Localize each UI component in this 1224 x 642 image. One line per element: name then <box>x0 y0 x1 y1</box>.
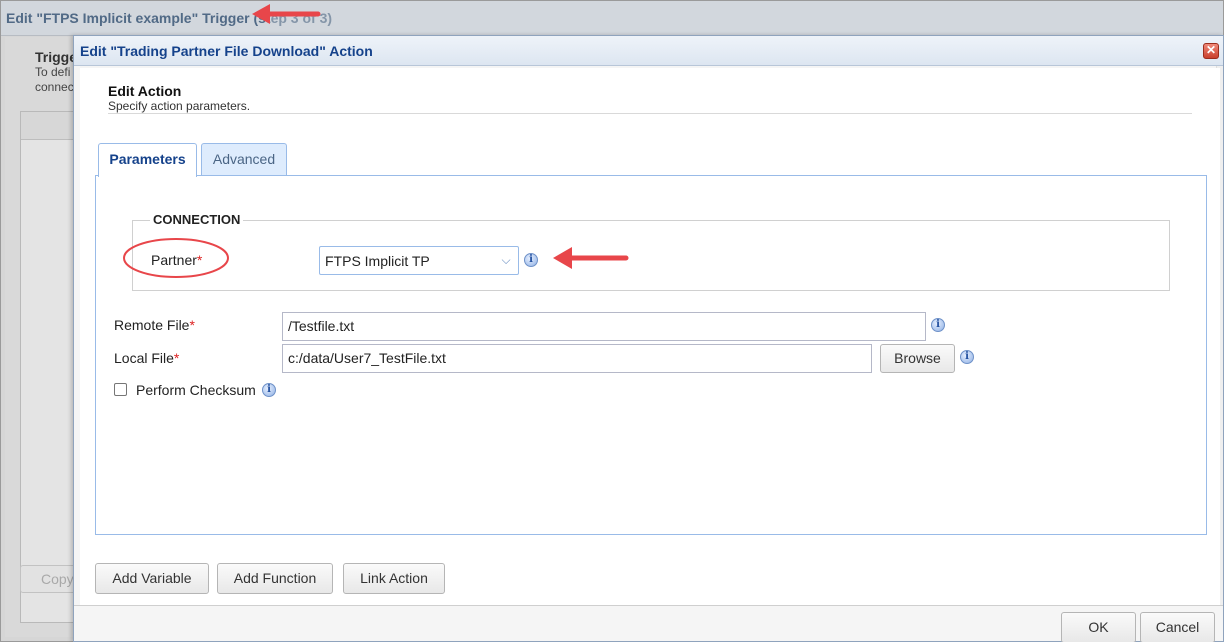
remote-file-label: Remote File* <box>114 317 195 333</box>
edit-action-dialog: Edit "Trading Partner File Download" Act… <box>73 35 1224 642</box>
info-icon[interactable]: i <box>262 383 276 397</box>
section-subtitle: Specify action parameters. <box>108 99 251 113</box>
local-file-label: Local File* <box>114 350 180 366</box>
background-titlebar: Edit "FTPS Implicit example" Trigger (st… <box>1 1 1223 36</box>
perform-checksum-label: Perform Checksum <box>136 382 256 398</box>
partner-select[interactable]: FTPS Implicit TP ⌵ <box>319 246 519 275</box>
background-copy-button: Copy <box>20 565 80 593</box>
required-marker: * <box>189 317 195 333</box>
remote-file-input[interactable]: /Testfile.txt <box>282 312 926 341</box>
perform-checksum-checkbox[interactable] <box>114 383 127 396</box>
partner-select-value: FTPS Implicit TP <box>325 253 430 269</box>
section-divider <box>108 113 1192 114</box>
section-title: Edit Action <box>108 83 182 99</box>
background-description-line2: connec <box>35 80 74 94</box>
info-icon[interactable]: i <box>524 253 538 267</box>
add-variable-button[interactable]: Add Variable <box>95 563 209 594</box>
info-icon[interactable]: i <box>960 350 974 364</box>
connection-legend: CONNECTION <box>150 212 244 227</box>
required-marker: * <box>173 350 180 366</box>
tab-advanced[interactable]: Advanced <box>201 143 287 176</box>
dialog-title: Edit "Trading Partner File Download" Act… <box>80 43 373 59</box>
footer-divider <box>74 605 1223 606</box>
partner-label: Partner* <box>151 252 203 268</box>
background-description: To defi <box>35 65 71 79</box>
close-icon[interactable]: ✕ <box>1203 43 1219 59</box>
connection-fieldset <box>132 220 1170 291</box>
dialog-titlebar[interactable]: Edit "Trading Partner File Download" Act… <box>74 36 1223 66</box>
ok-button[interactable]: OK <box>1061 612 1136 642</box>
required-marker: * <box>196 252 203 268</box>
browse-button[interactable]: Browse <box>880 344 955 373</box>
tab-parameters[interactable]: Parameters <box>98 143 197 177</box>
info-icon[interactable]: i <box>931 318 945 332</box>
chevron-down-icon[interactable]: ⌵ <box>499 253 513 267</box>
background-grid <box>20 111 80 623</box>
add-function-button[interactable]: Add Function <box>217 563 333 594</box>
background-dialog-title: Edit "FTPS Implicit example" Trigger (st… <box>6 10 333 26</box>
link-action-button[interactable]: Link Action <box>343 563 445 594</box>
cancel-button[interactable]: Cancel <box>1140 612 1215 642</box>
background-grid-header <box>21 112 79 140</box>
local-file-input[interactable]: c:/data/User7_TestFile.txt <box>282 344 872 373</box>
